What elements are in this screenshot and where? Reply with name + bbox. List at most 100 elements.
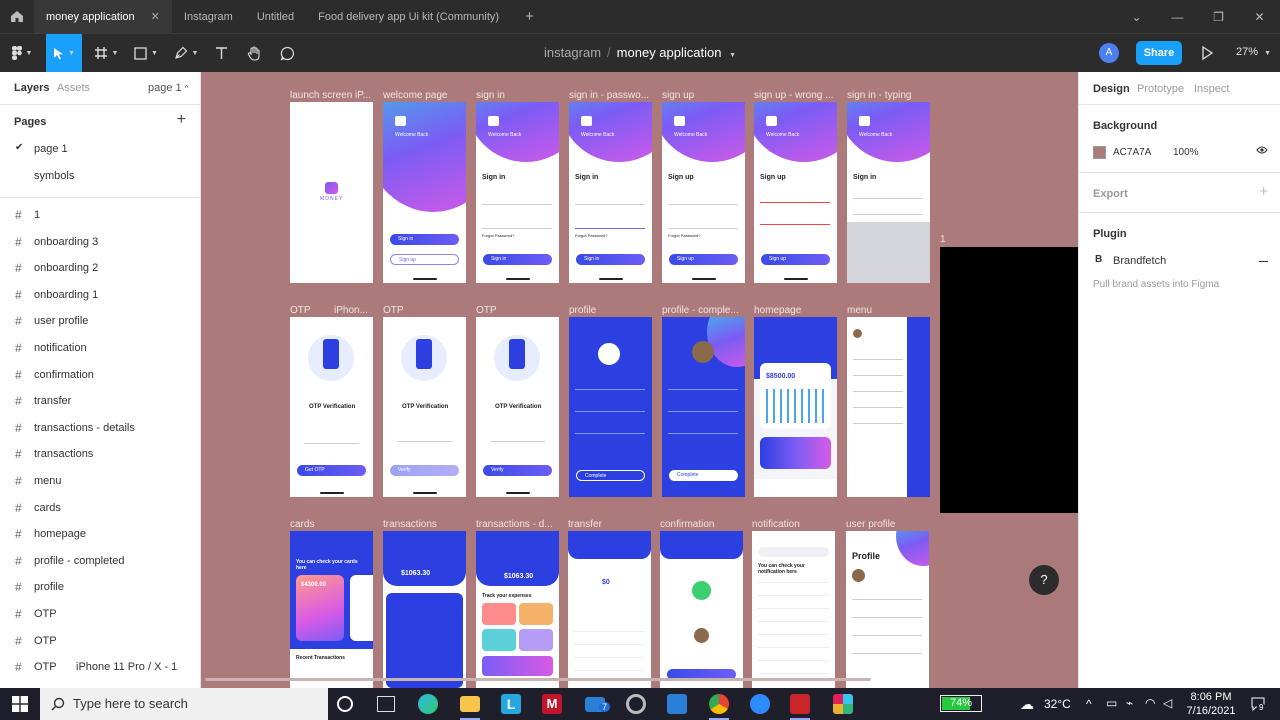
frame-label[interactable]: profile bbox=[569, 305, 652, 316]
wifi-icon[interactable]: ◠ bbox=[1145, 696, 1155, 710]
layer-item[interactable]: # profile - completed bbox=[0, 547, 200, 574]
mcafee-icon[interactable]: M bbox=[542, 694, 562, 714]
weather-cloud-icon[interactable]: ☁ bbox=[1020, 696, 1034, 713]
frame-sign-up-wrong[interactable]: Welcome Back Sign up Sign up bbox=[754, 102, 837, 283]
restore-icon[interactable]: ❐ bbox=[1198, 10, 1239, 24]
frame-label[interactable]: OTP bbox=[290, 305, 320, 316]
figma-app-icon[interactable] bbox=[790, 694, 810, 714]
frame-sign-in-typing[interactable]: Welcome Back Sign in bbox=[847, 102, 930, 283]
layer-item[interactable]: # cards bbox=[0, 494, 200, 521]
layer-item[interactable]: # homepage bbox=[0, 520, 200, 547]
frame-otp-2[interactable]: OTP Verification Verify bbox=[383, 317, 466, 497]
tab-assets[interactable]: Assets bbox=[57, 82, 90, 94]
frame-label[interactable]: homepage bbox=[754, 305, 837, 316]
page-item-page-1[interactable]: ✔ page 1 bbox=[0, 135, 200, 162]
frame-profile[interactable]: Complete bbox=[569, 317, 652, 497]
add-page-plus-icon[interactable]: + bbox=[177, 111, 186, 129]
chevron-down-icon[interactable]: ⌄ bbox=[1116, 10, 1157, 24]
frame-sign-in-password[interactable]: Welcome Back Sign in Forgot Password? Si… bbox=[569, 102, 652, 283]
file-name[interactable]: money application bbox=[617, 45, 722, 60]
tab-untitled[interactable]: Untitled bbox=[245, 0, 306, 33]
frame-label[interactable]: confirmation bbox=[660, 519, 743, 530]
layer-item[interactable]: # OTP bbox=[0, 600, 200, 627]
page-selector[interactable]: page 1 ^ bbox=[148, 82, 188, 94]
text-tool[interactable] bbox=[208, 34, 234, 72]
frame-profile-completed[interactable]: Complete bbox=[662, 317, 745, 497]
vscode-icon[interactable] bbox=[667, 694, 687, 714]
frame-label[interactable]: transactions - d... bbox=[476, 519, 559, 530]
power-plug-icon[interactable]: ⌁ bbox=[1126, 696, 1133, 710]
task-view-icon[interactable] bbox=[377, 696, 395, 712]
layer-item[interactable]: # transfer bbox=[0, 387, 200, 414]
page-item-symbols[interactable]: symbols bbox=[0, 162, 200, 189]
frame-label[interactable]: menu bbox=[847, 305, 930, 316]
plugin-name[interactable]: Brandfetch bbox=[1113, 255, 1166, 267]
system-clock[interactable]: 8:06 PM 7/16/2021 bbox=[1182, 690, 1240, 718]
frame-sign-up[interactable]: Welcome Back Sign up Forgot Password? Si… bbox=[662, 102, 745, 283]
speaker-icon[interactable]: ◁ bbox=[1163, 696, 1172, 710]
frame-sign-in[interactable]: Welcome Back Sign in Forgot Password? Si… bbox=[476, 102, 559, 283]
battery-indicator[interactable]: 74% bbox=[940, 695, 982, 712]
chrome-icon[interactable] bbox=[709, 694, 729, 714]
new-tab-plus-icon[interactable]: + bbox=[525, 8, 534, 25]
frame-menu[interactable] bbox=[847, 317, 930, 497]
frame-transactions[interactable]: $1063.30 bbox=[383, 531, 466, 688]
frame-label[interactable]: sign in - typing bbox=[847, 90, 930, 101]
layer-item[interactable]: # onboarding 2 bbox=[0, 254, 200, 281]
layer-item[interactable]: # OTP iPhone 11 Pro / X - 1 bbox=[0, 653, 200, 680]
tab-inspect[interactable]: Inspect bbox=[1194, 83, 1229, 95]
media-player-icon[interactable] bbox=[626, 694, 646, 714]
frame-otp-1[interactable]: OTP Verification Get OTP bbox=[290, 317, 373, 497]
camera-icon[interactable]: ▭ bbox=[1106, 696, 1117, 710]
frame-label[interactable]: profile - comple... bbox=[662, 305, 745, 316]
eye-visibility-icon[interactable] bbox=[1256, 145, 1268, 158]
frame-label[interactable]: 1 bbox=[940, 234, 960, 245]
start-button[interactable] bbox=[12, 696, 28, 715]
help-button[interactable]: ? bbox=[1029, 565, 1059, 595]
background-opacity[interactable]: 100% bbox=[1173, 147, 1199, 158]
layer-item[interactable]: # transactions bbox=[0, 440, 200, 467]
tab-design[interactable]: Design bbox=[1093, 83, 1130, 95]
shape-tool[interactable]: ▼ bbox=[128, 34, 164, 72]
frame-label[interactable]: OTP bbox=[476, 305, 559, 316]
pen-tool[interactable]: ▼ bbox=[168, 34, 204, 72]
add-export-plus-icon[interactable]: + bbox=[1259, 183, 1268, 200]
tab-prototype[interactable]: Prototype bbox=[1137, 83, 1184, 95]
layer-item[interactable]: # profile bbox=[0, 573, 200, 600]
avatar[interactable]: A bbox=[1099, 43, 1119, 63]
frame-homepage[interactable]: $8500.00 bbox=[754, 317, 837, 497]
frame-label[interactable]: cards bbox=[290, 519, 373, 530]
chevron-up-icon[interactable]: ^ bbox=[1086, 697, 1092, 711]
remove-plugin-minus-icon[interactable] bbox=[1259, 261, 1268, 262]
project-name[interactable]: instagram bbox=[544, 45, 601, 60]
frame-cards[interactable]: You can check your cards here $4300.00 R… bbox=[290, 531, 373, 688]
frame-label[interactable]: transfer bbox=[568, 519, 651, 530]
frame-label[interactable]: notification bbox=[752, 519, 835, 530]
move-tool[interactable]: ▼ bbox=[46, 34, 82, 72]
zoom-app-icon[interactable] bbox=[750, 694, 770, 714]
layer-item[interactable]: # transactions - details bbox=[0, 414, 200, 441]
frame-user-profile[interactable]: Profile bbox=[846, 531, 929, 688]
lync-l-icon[interactable]: L bbox=[501, 694, 521, 714]
canvas[interactable]: launch screen iP... welcome page sign in… bbox=[201, 72, 1078, 688]
horizontal-scrollbar[interactable] bbox=[205, 678, 871, 681]
chevron-down-icon[interactable]: ▼ bbox=[729, 52, 736, 59]
frame-transactions-details[interactable]: $1063.30 Track your expenses bbox=[476, 531, 559, 688]
frame-tool[interactable]: ▼ bbox=[88, 34, 124, 72]
frame-otp-3[interactable]: OTP Verification Verify bbox=[476, 317, 559, 497]
comment-tool[interactable] bbox=[274, 34, 300, 72]
frame-label[interactable]: launch screen iP... bbox=[290, 90, 373, 101]
layer-item[interactable]: # menu bbox=[0, 467, 200, 494]
layer-item[interactable]: # notification bbox=[0, 334, 200, 361]
close-window-icon[interactable]: ✕ bbox=[1239, 10, 1280, 24]
frame-1[interactable] bbox=[940, 247, 1078, 513]
frame-transfer[interactable]: $0 bbox=[568, 531, 651, 688]
temperature[interactable]: 32°C bbox=[1044, 697, 1071, 711]
tab-food-delivery[interactable]: Food delivery app Ui kit (Community) bbox=[306, 0, 511, 33]
cortana-icon[interactable] bbox=[337, 696, 353, 712]
frame-label[interactable]: sign in - passwo... bbox=[569, 90, 652, 101]
frame-label[interactable]: user profile bbox=[846, 519, 929, 530]
frame-launch-screen[interactable]: MONEY bbox=[290, 102, 373, 283]
tab-money-application[interactable]: money application ✕ bbox=[34, 0, 172, 33]
slack-icon[interactable] bbox=[833, 694, 853, 714]
